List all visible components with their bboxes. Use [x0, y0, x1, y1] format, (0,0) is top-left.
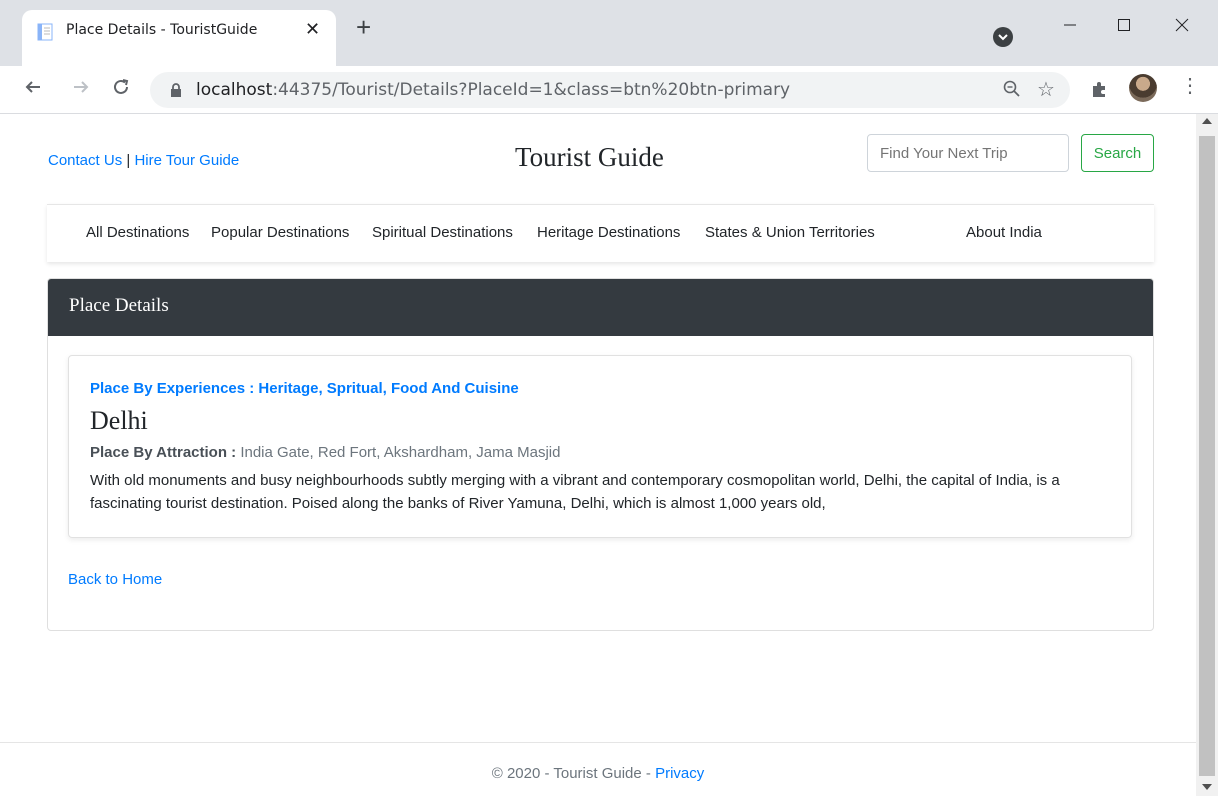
lock-icon [171, 83, 181, 97]
scroll-up-arrow-icon[interactable] [1202, 118, 1212, 124]
header-links: Contact Us | Hire Tour Guide [48, 152, 239, 169]
site-title: Tourist Guide [515, 142, 664, 172]
card-header-title: Place Details [69, 295, 169, 316]
place-description: With old monuments and busy neighbourhoo… [90, 472, 1060, 512]
nav-heritage-destinations[interactable]: Heritage Destinations [537, 224, 680, 241]
page-icon [37, 23, 53, 41]
nav-spiritual-destinations[interactable]: Spiritual Destinations [372, 224, 513, 241]
new-tab-button[interactable]: + [356, 14, 371, 40]
back-arrow-icon[interactable] [24, 78, 42, 101]
browser-tab-strip: Place Details - TouristGuide ✕ + [0, 0, 1218, 66]
browser-toolbar: localhost:44375/Tourist/Details?PlaceId=… [0, 66, 1218, 114]
attraction-value: India Gate, Red Fort, Akshardham, Jama M… [236, 444, 561, 461]
place-details-card: Place Details Place By Experiences : Her… [47, 278, 1154, 631]
minimize-icon[interactable] [1050, 10, 1090, 40]
place-attractions: Place By Attraction : India Gate, Red Fo… [90, 444, 560, 461]
nav-popular-destinations[interactable]: Popular Destinations [211, 224, 349, 241]
page-viewport: Contact Us | Hire Tour Guide Tourist Gui… [0, 114, 1196, 796]
search-input[interactable] [867, 134, 1069, 172]
card-header: Place Details [48, 279, 1153, 336]
window-close-icon[interactable] [1162, 10, 1202, 40]
copyright-text: © 2020 - Tourist Guide - [491, 765, 656, 782]
vertical-scrollbar[interactable] [1196, 114, 1218, 796]
contact-us-link[interactable]: Contact Us [48, 152, 122, 169]
back-to-home-link[interactable]: Back to Home [68, 571, 162, 588]
profile-avatar[interactable] [1129, 74, 1157, 102]
tab-close-icon[interactable]: ✕ [305, 19, 320, 40]
footer-text: © 2020 - Tourist Guide - Privacy [0, 765, 1196, 782]
place-card: Place By Experiences : Heritage, Spritua… [68, 355, 1132, 538]
browser-tab[interactable]: Place Details - TouristGuide ✕ [22, 10, 336, 66]
extensions-icon[interactable] [1090, 79, 1110, 99]
tab-title: Place Details - TouristGuide [66, 22, 258, 38]
main-navbar: All Destinations Popular Destinations Sp… [47, 204, 1154, 262]
bookmark-star-icon[interactable]: ☆ [1037, 77, 1055, 102]
url-text: localhost:44375/Tourist/Details?PlaceId=… [196, 80, 791, 100]
scroll-thumb[interactable] [1199, 136, 1215, 776]
maximize-icon[interactable] [1104, 10, 1144, 40]
attraction-label: Place By Attraction : [90, 444, 237, 461]
reload-icon[interactable] [112, 78, 130, 101]
search-button[interactable]: Search [1081, 134, 1154, 172]
browser-menu-icon[interactable]: ⋮ [1180, 76, 1200, 96]
forward-arrow-icon[interactable] [72, 78, 90, 101]
place-name: Delhi [90, 406, 148, 435]
nav-states-union-territories[interactable]: States & Union Territories [705, 224, 875, 241]
tab-search-icon[interactable] [993, 27, 1013, 47]
scroll-down-arrow-icon[interactable] [1202, 784, 1212, 790]
nav-all-destinations[interactable]: All Destinations [86, 224, 189, 241]
link-separator: | [122, 152, 135, 169]
footer: © 2020 - Tourist Guide - Privacy [0, 742, 1196, 796]
nav-about-india[interactable]: About India [966, 224, 1042, 241]
address-bar[interactable]: localhost:44375/Tourist/Details?PlaceId=… [150, 72, 1070, 108]
zoom-icon[interactable] [1003, 80, 1021, 98]
privacy-link[interactable]: Privacy [655, 765, 704, 782]
place-experiences: Place By Experiences : Heritage, Spritua… [90, 380, 519, 397]
hire-tour-guide-link[interactable]: Hire Tour Guide [134, 152, 239, 169]
